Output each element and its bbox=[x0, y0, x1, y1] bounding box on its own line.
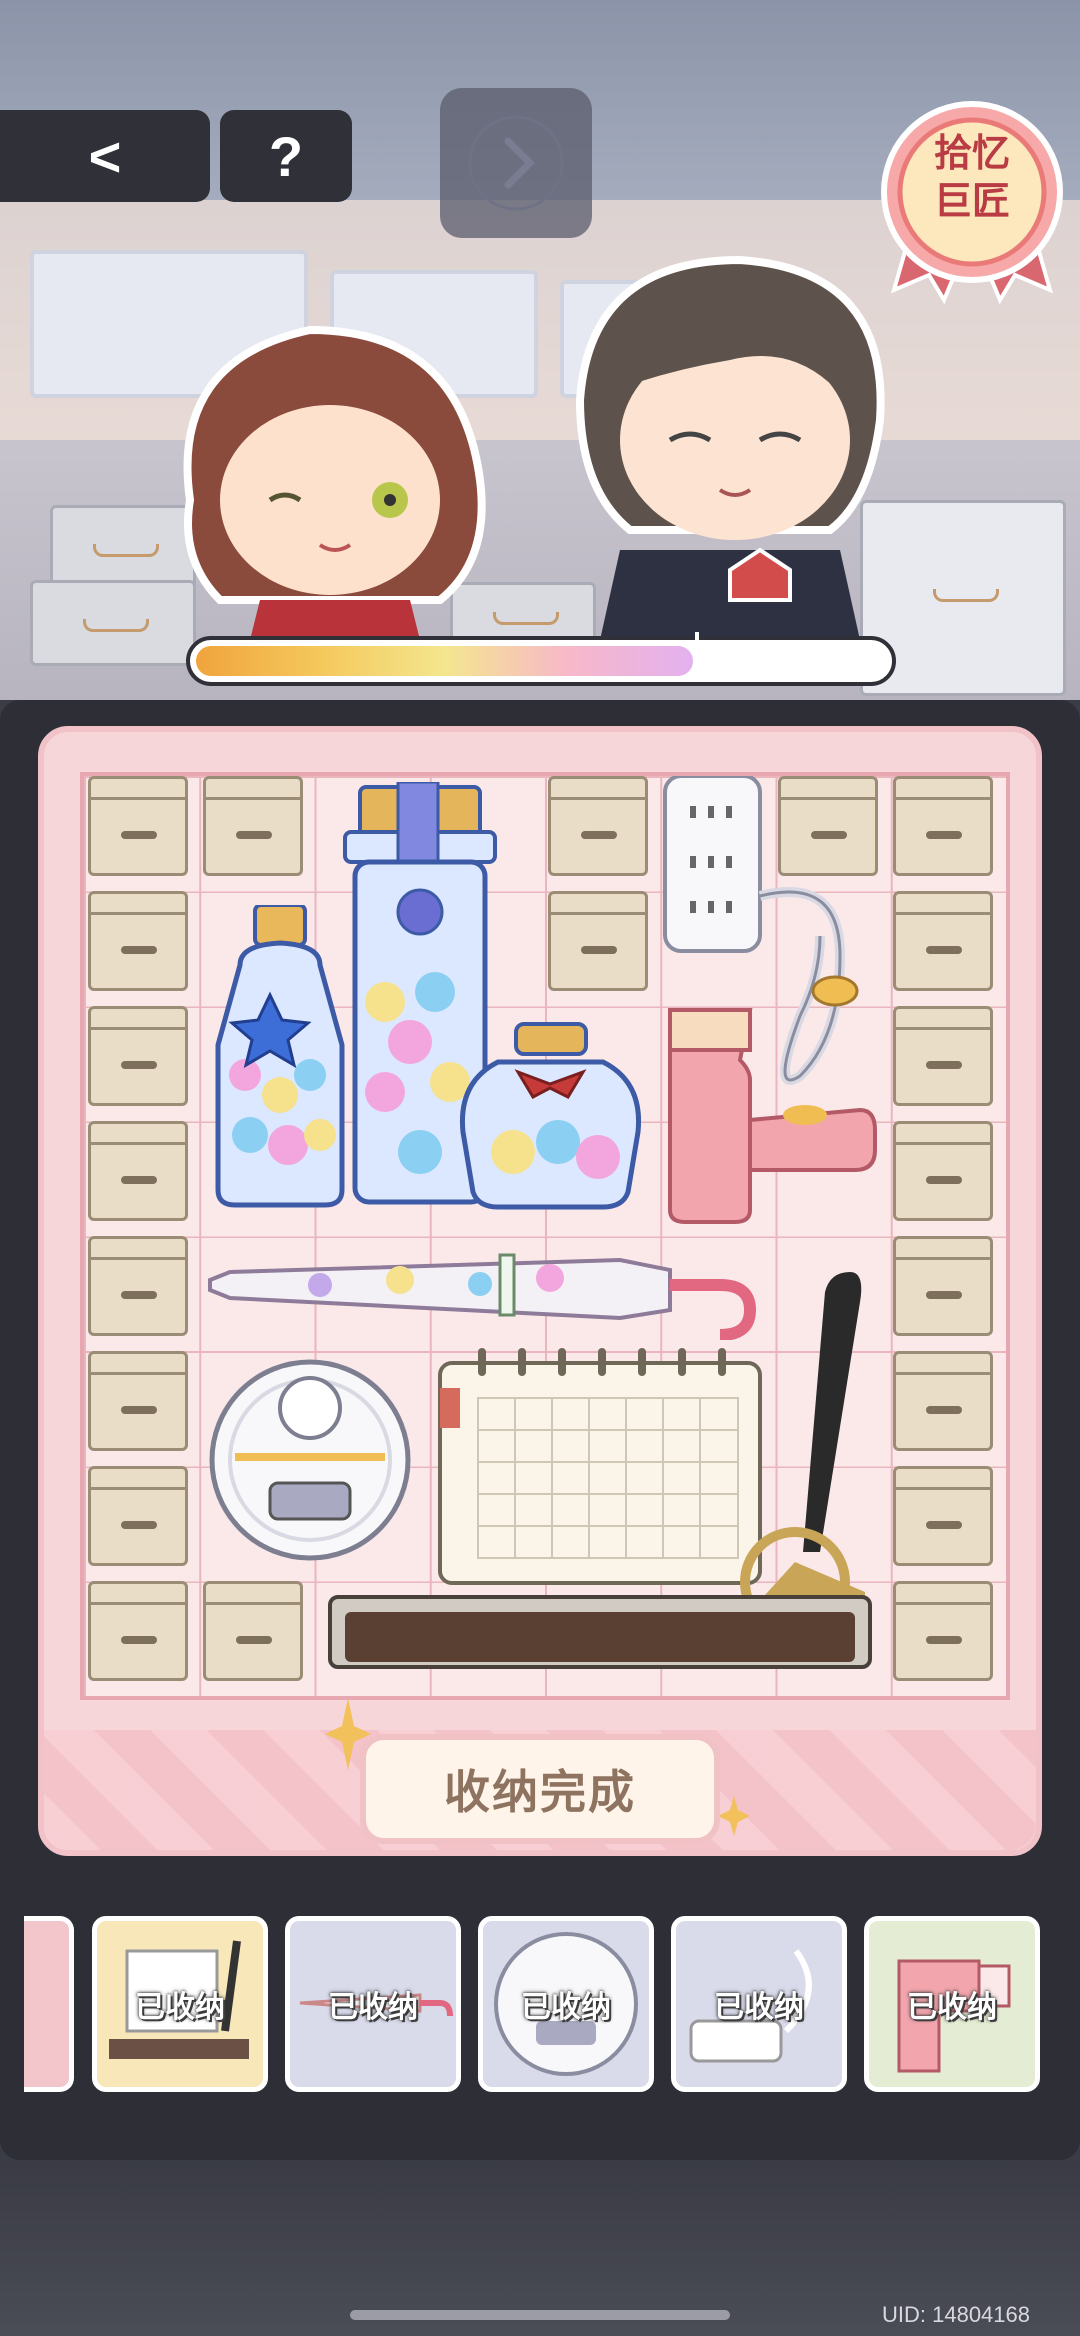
tray-card-partial[interactable] bbox=[24, 1916, 74, 2092]
storage-box-slot bbox=[88, 1466, 188, 1566]
storage-box-slot bbox=[203, 776, 303, 876]
help-button[interactable]: ? bbox=[220, 110, 352, 202]
progress-marker bbox=[695, 632, 699, 682]
storage-box-slot bbox=[893, 1121, 993, 1221]
tray-card[interactable]: 已收纳 bbox=[478, 1916, 654, 2092]
storage-box-slot bbox=[88, 891, 188, 991]
storage-box-slot bbox=[88, 1006, 188, 1106]
pen-holder-item[interactable] bbox=[325, 1262, 875, 1672]
storage-box-slot bbox=[88, 1121, 188, 1221]
storage-box-slot bbox=[548, 891, 648, 991]
user-id: UID: 14804168 bbox=[882, 2302, 1030, 2327]
complete-storage-label: 收纳完成 bbox=[444, 1766, 636, 1818]
tray-card-status: 已收纳 bbox=[521, 1991, 611, 2024]
storage-box-slot bbox=[893, 1466, 993, 1566]
tray-card[interactable]: 已收纳 bbox=[92, 1916, 268, 2092]
tray-card[interactable]: 已收纳 bbox=[285, 1916, 461, 2092]
tray-card-status: 已收纳 bbox=[135, 1991, 225, 2024]
chevron-left-icon: < bbox=[88, 124, 122, 188]
storage-box-slot bbox=[548, 776, 648, 876]
achievement-badge[interactable]: 拾忆 巨匠 bbox=[874, 100, 1070, 310]
question-icon: ? bbox=[268, 124, 304, 188]
storage-box-slot bbox=[893, 1006, 993, 1106]
storage-box-slot bbox=[88, 1581, 188, 1681]
home-indicator bbox=[350, 2310, 730, 2320]
storage-box-slot bbox=[893, 1236, 993, 1336]
storage-box-slot bbox=[88, 776, 188, 876]
male-character bbox=[575, 255, 885, 640]
badge-title-line2: 巨匠 bbox=[933, 181, 1010, 223]
candy-jar-item[interactable] bbox=[458, 1022, 643, 1212]
progress-bar bbox=[186, 632, 896, 686]
female-character bbox=[183, 325, 486, 640]
sparkle-icon bbox=[718, 1796, 750, 1836]
progress-fill bbox=[196, 646, 693, 676]
storage-box-slot bbox=[88, 1351, 188, 1451]
tray-card-status: 已收纳 bbox=[907, 1991, 997, 2024]
chevron-right-icon bbox=[468, 115, 564, 211]
storage-box-slot bbox=[88, 1236, 188, 1336]
next-button[interactable] bbox=[440, 88, 592, 238]
tray-card[interactable]: 已收纳 bbox=[671, 1916, 847, 2092]
water-bottle-item[interactable] bbox=[210, 905, 350, 1210]
storage-box-slot bbox=[893, 1581, 993, 1681]
tray-card-status: 已收纳 bbox=[328, 1991, 418, 2024]
storage-box-slot bbox=[893, 776, 993, 876]
storage-box-slot bbox=[203, 1581, 303, 1681]
tray-card-status: 已收纳 bbox=[714, 1991, 804, 2024]
storage-box-slot bbox=[893, 1351, 993, 1451]
tray-card[interactable]: 已收纳 bbox=[864, 1916, 1040, 2092]
back-button[interactable]: < bbox=[0, 110, 210, 202]
hair-dryer-item[interactable] bbox=[660, 1000, 880, 1225]
complete-storage-button[interactable]: 收纳完成 bbox=[360, 1734, 720, 1844]
storage-box-slot bbox=[893, 891, 993, 991]
badge-title-line1: 拾忆 bbox=[933, 133, 1010, 175]
